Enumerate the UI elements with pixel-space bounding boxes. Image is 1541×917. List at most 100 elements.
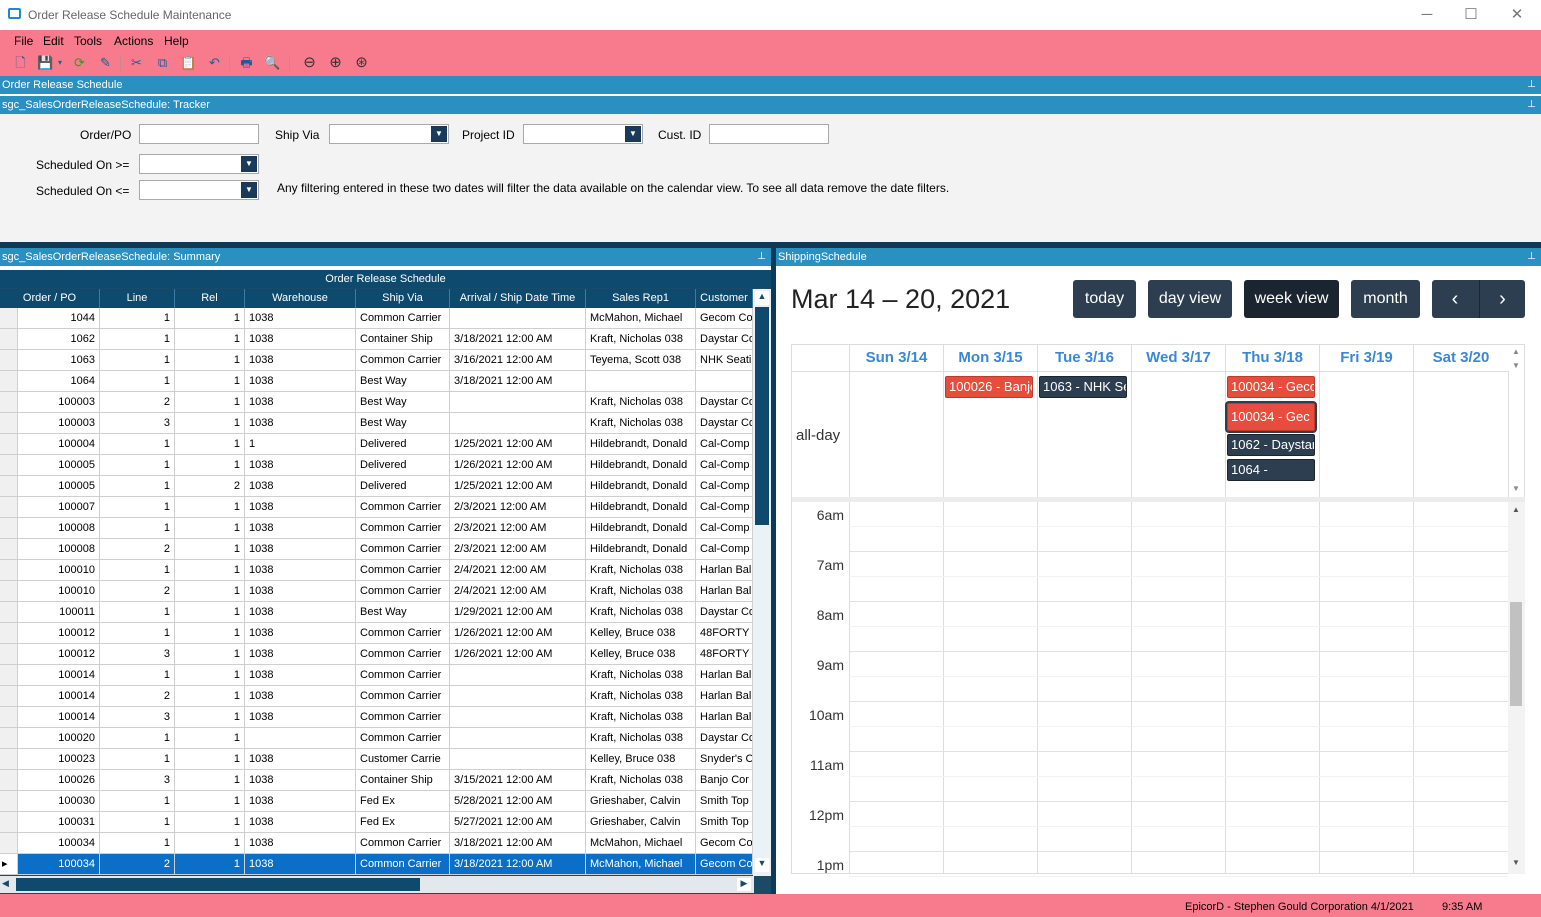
scroll-down-icon[interactable]: ▼ (1512, 361, 1520, 370)
table-cell[interactable]: 1 (175, 644, 245, 665)
row-selector[interactable] (0, 392, 18, 413)
maximize-icon[interactable]: ☐ (1456, 4, 1486, 26)
table-cell[interactable]: 1 (100, 560, 175, 581)
menu-help[interactable]: Help (164, 34, 189, 48)
table-row[interactable]: 1062 1 1 1038 Container Ship 3/18/2021 12:00 … (0, 329, 753, 350)
row-selector[interactable] (0, 749, 18, 770)
table-cell[interactable]: Gecom Co (696, 308, 753, 329)
row-selector[interactable] (0, 707, 18, 728)
table-cell[interactable]: Common Carrier (356, 623, 450, 644)
table-cell[interactable]: 100031 (18, 812, 100, 833)
scroll-down-icon[interactable]: ▼ (1512, 484, 1520, 493)
table-cell[interactable]: Grieshaber, Calvin (586, 791, 696, 812)
table-cell[interactable]: Harlan Bal (696, 665, 753, 686)
table-cell[interactable]: 1044 (18, 308, 100, 329)
table-row[interactable]: 1063 1 1 1038 Common Carrier 3/16/2021 12:00 … (0, 350, 753, 371)
scroll-down-icon[interactable]: ▼ (755, 858, 769, 872)
week-view-button[interactable]: week view (1244, 280, 1339, 318)
table-cell[interactable]: Kelley, Bruce 038 (586, 623, 696, 644)
row-selector[interactable] (0, 434, 18, 455)
table-cell[interactable]: Cal-Comp (696, 476, 753, 497)
table-cell[interactable]: 1038 (245, 833, 356, 854)
table-row[interactable]: 100012 1 1 1038 Common Carrier 1/26/2021 12:0… (0, 623, 753, 644)
table-cell[interactable]: 1038 (245, 392, 356, 413)
chevron-down-icon[interactable]: ▼ (241, 182, 257, 198)
table-cell[interactable]: 1 (175, 791, 245, 812)
table-cell[interactable]: Container Ship (356, 329, 450, 350)
table-cell[interactable]: 48FORTY (696, 644, 753, 665)
table-cell[interactable] (450, 665, 586, 686)
calendar-event[interactable]: 100034 - Geco (1227, 376, 1315, 398)
table-cell[interactable]: Common Carrier (356, 833, 450, 854)
table-cell[interactable]: 1 (100, 518, 175, 539)
table-cell[interactable]: Daystar Co (696, 329, 753, 350)
table-cell[interactable]: Teyema, Scott 038 (586, 350, 696, 371)
menu-file[interactable]: File (14, 34, 33, 48)
table-row[interactable]: 100008 1 1 1038 Common Carrier 2/3/2021 12:00… (0, 518, 753, 539)
table-cell[interactable]: Kraft, Nicholas 038 (586, 392, 696, 413)
table-cell[interactable]: 100003 (18, 392, 100, 413)
table-cell[interactable]: Cal-Comp (696, 434, 753, 455)
table-cell[interactable]: Snyder's C (696, 749, 753, 770)
table-cell[interactable]: McMahon, Michael (586, 833, 696, 854)
day-header[interactable]: Fri 3/19 (1319, 345, 1413, 371)
table-cell[interactable]: Common Carrier (356, 308, 450, 329)
column-header[interactable]: Arrival / Ship Date Time (450, 289, 586, 308)
day-header[interactable]: Tue 3/16 (1037, 345, 1131, 371)
row-selector[interactable] (0, 308, 18, 329)
table-cell[interactable]: Best Way (356, 413, 450, 434)
print-preview-icon[interactable]: 🔍 (264, 54, 281, 71)
cust-id-input[interactable] (709, 124, 829, 144)
scroll-right-icon[interactable]: ▶ (737, 878, 751, 891)
table-cell[interactable]: 1 (175, 455, 245, 476)
column-header[interactable]: Ship Via (356, 289, 450, 308)
table-cell[interactable]: 1 (175, 539, 245, 560)
table-cell[interactable]: 1 (175, 833, 245, 854)
table-cell[interactable]: Cal-Comp (696, 497, 753, 518)
table-cell[interactable]: Best Way (356, 602, 450, 623)
table-cell[interactable]: 1038 (245, 581, 356, 602)
table-cell[interactable]: 1038 (245, 623, 356, 644)
row-selector[interactable] (0, 518, 18, 539)
table-cell[interactable] (586, 371, 696, 392)
column-header[interactable]: Sales Rep1 (586, 289, 696, 308)
table-cell[interactable]: Daystar Co (696, 728, 753, 749)
table-cell[interactable]: 1 (175, 350, 245, 371)
table-row[interactable]: 100005 1 2 1038 Delivered 1/25/2021 12:00 AM H… (0, 476, 753, 497)
table-cell[interactable]: Smith Top (696, 812, 753, 833)
table-cell[interactable]: 100005 (18, 476, 100, 497)
table-cell[interactable] (245, 728, 356, 749)
table-cell[interactable]: 1038 (245, 707, 356, 728)
table-row[interactable]: ▸ 100034 2 1 1038 Common Carrier 3/18/2021 12:… (0, 854, 753, 875)
copy-icon[interactable]: ⧉ (154, 54, 171, 71)
menu-actions[interactable]: Actions (114, 34, 153, 48)
table-cell[interactable]: 1 (175, 812, 245, 833)
table-cell[interactable]: 1 (175, 371, 245, 392)
table-row[interactable]: 100005 1 1 1038 Delivered 1/26/2021 12:00 AM H… (0, 455, 753, 476)
home-icon[interactable]: ⊛ (353, 54, 370, 71)
table-cell[interactable]: 2/3/2021 12:00 AM (450, 539, 586, 560)
calendar-event[interactable]: 100026 - Banjo (945, 376, 1033, 398)
table-cell[interactable]: 5/28/2021 12:00 AM (450, 791, 586, 812)
table-cell[interactable]: 1 (100, 791, 175, 812)
table-cell[interactable]: Common Carrier (356, 497, 450, 518)
project-id-select[interactable]: ▼ (523, 124, 643, 144)
undo-icon[interactable]: ↶ (206, 54, 223, 71)
table-cell[interactable]: 1/25/2021 12:00 AM (450, 476, 586, 497)
table-cell[interactable]: 100023 (18, 749, 100, 770)
table-row[interactable]: 100034 1 1 1038 Common Carrier 3/18/2021 12:0… (0, 833, 753, 854)
table-cell[interactable]: 1038 (245, 455, 356, 476)
table-cell[interactable]: 1 (100, 728, 175, 749)
clear-icon[interactable]: ✎ (97, 54, 114, 71)
table-cell[interactable]: 3/18/2021 12:00 AM (450, 329, 586, 350)
table-cell[interactable]: 100007 (18, 497, 100, 518)
table-cell[interactable] (450, 686, 586, 707)
table-row[interactable]: 100014 2 1 1038 Common Carrier Kraft, Nichola… (0, 686, 753, 707)
table-cell[interactable]: Hildebrandt, Donald (586, 434, 696, 455)
table-cell[interactable]: 1038 (245, 812, 356, 833)
table-cell[interactable] (696, 371, 753, 392)
table-cell[interactable]: 3/18/2021 12:00 AM (450, 854, 586, 875)
pin-icon[interactable]: ⊥ (757, 248, 766, 266)
table-cell[interactable]: 100034 (18, 854, 100, 875)
table-cell[interactable]: Harlan Bal (696, 686, 753, 707)
